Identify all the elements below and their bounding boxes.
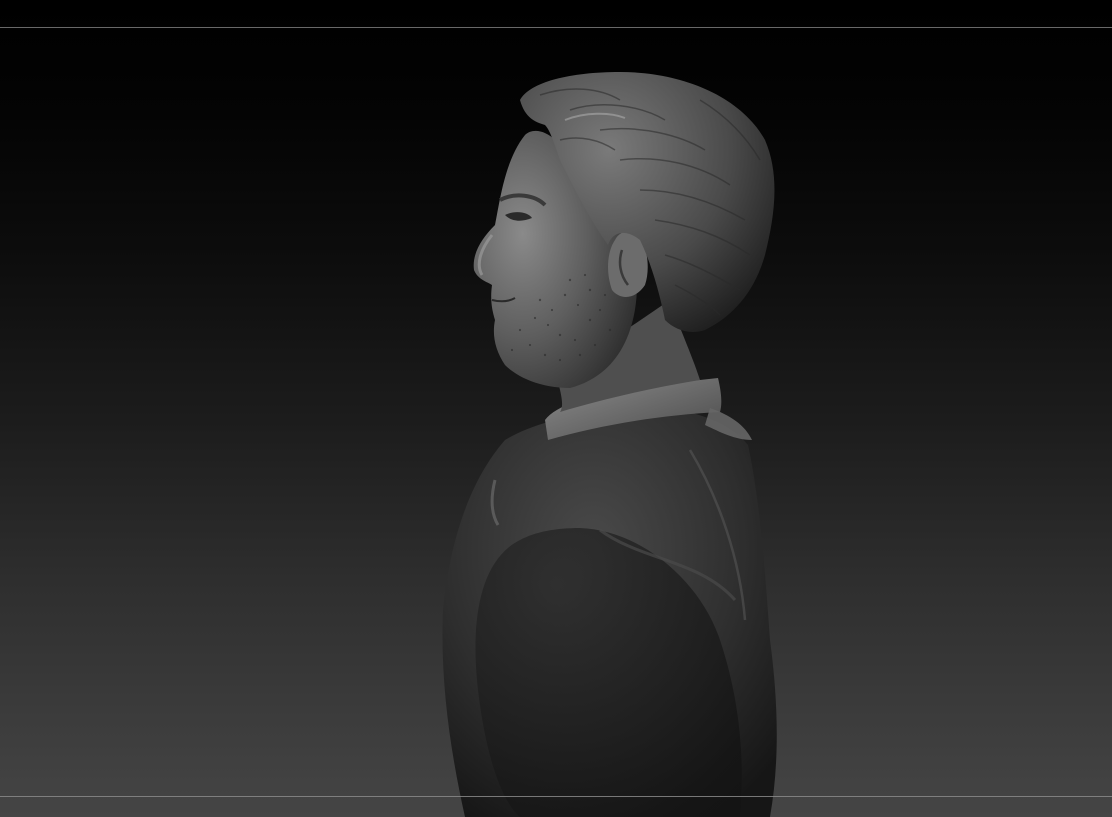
3d-viewport[interactable] [0, 0, 1112, 817]
sculpt-model[interactable] [0, 0, 1112, 817]
viewport-bottom-guide-line [0, 796, 1112, 797]
bust-sculpture-icon [442, 72, 777, 817]
